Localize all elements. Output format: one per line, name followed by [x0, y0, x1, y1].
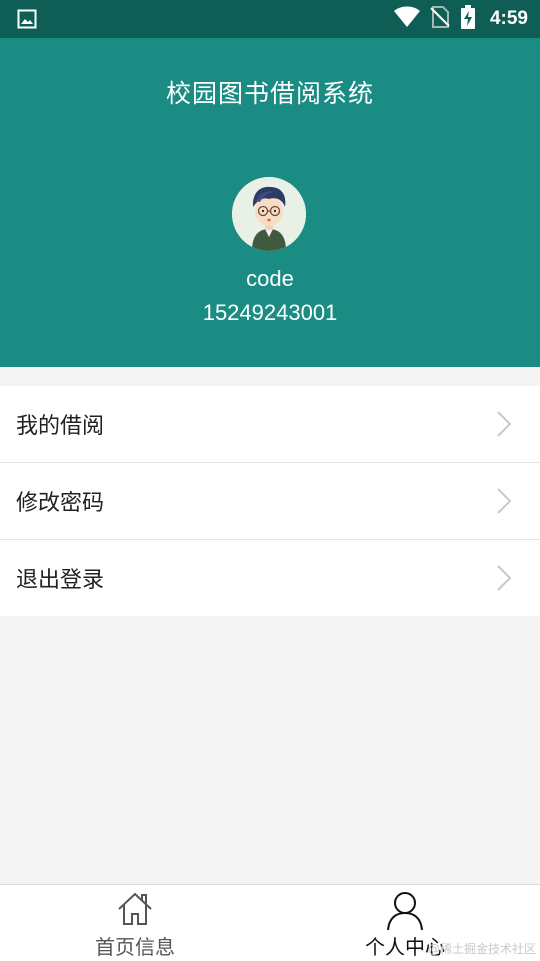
gallery-icon [17, 9, 37, 33]
bottom-nav: 首页信息 个人中心 @稀土掘金技术社区 [0, 884, 540, 961]
avatar[interactable] [232, 177, 306, 251]
username: code [246, 266, 294, 291]
menu-item-logout[interactable]: 退出登录 [0, 540, 540, 616]
menu-item-change-password[interactable]: 修改密码 [0, 463, 540, 540]
menu-item-label: 退出登录 [16, 568, 105, 593]
tab-home-label: 首页信息 [95, 935, 175, 959]
phone-number: 15249243001 [202, 300, 338, 325]
status-bar: 4:59 [0, 0, 540, 38]
menu-list: 我的借阅 修改密码 退出登录 [0, 386, 540, 616]
menu-item-label: 我的借阅 [16, 414, 105, 439]
person-icon [386, 891, 424, 935]
wifi-icon [393, 6, 420, 32]
status-icons: 4:59 [393, 0, 528, 38]
app-title: 校园图书借阅系统 [165, 79, 374, 108]
watermark: @稀土掘金技术社区 [427, 942, 536, 956]
tab-home[interactable]: 首页信息 [0, 885, 270, 961]
battery-charging-icon [460, 5, 476, 33]
menu-item-label: 修改密码 [16, 491, 105, 516]
no-sim-icon [430, 6, 450, 32]
menu-item-my-borrows[interactable]: 我的借阅 [0, 386, 540, 463]
chevron-right-icon [496, 565, 512, 595]
chevron-right-icon [496, 411, 512, 441]
profile-header: 校园图书借阅系统 code 15249243001 [0, 38, 540, 367]
user-avatar [232, 177, 306, 251]
home-icon [117, 891, 153, 931]
chevron-right-icon [496, 488, 512, 518]
clock: 4:59 [489, 8, 528, 29]
